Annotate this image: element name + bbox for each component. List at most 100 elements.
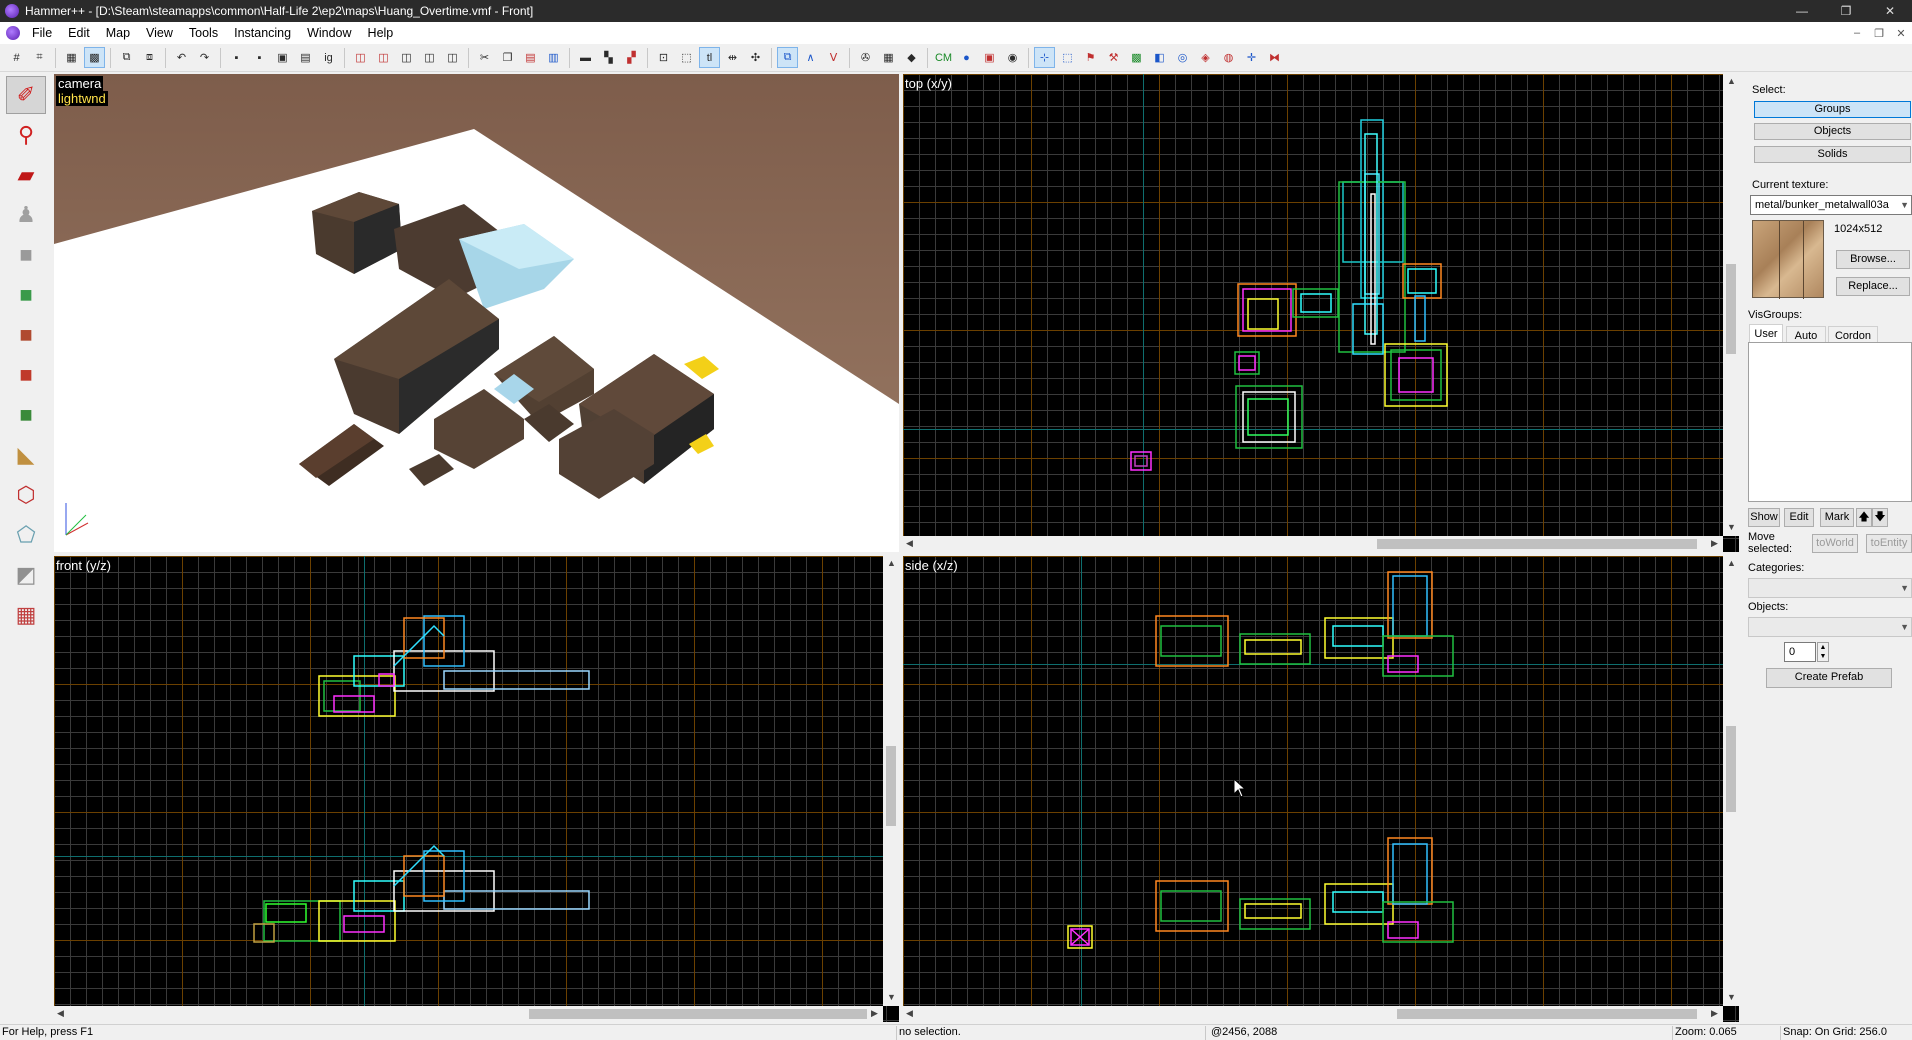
apply-texture-icon[interactable]: ■ <box>6 316 46 354</box>
tool-c-icon[interactable]: ⚑ <box>1080 47 1101 68</box>
helpers-icon[interactable]: ⧉ <box>777 47 798 68</box>
visgroup-mark-button[interactable]: Mark <box>1820 508 1854 527</box>
draw-icon[interactable]: ▣ <box>979 47 1000 68</box>
tool-a-icon[interactable]: ⊹ <box>1034 47 1055 68</box>
vertex-tool-icon[interactable]: ⬡ <box>6 476 46 514</box>
entity-tool-icon[interactable]: ♟ <box>6 196 46 234</box>
side-horizontal-scrollbar[interactable]: ◀ ▶ <box>903 1006 1723 1022</box>
mdi-minimize-button[interactable]: – <box>1846 27 1868 40</box>
clipping-tool-icon[interactable]: ◣ <box>6 436 46 474</box>
decal-tool-icon[interactable]: ■ <box>6 356 46 394</box>
texture-bar-icon[interactable]: ▬ <box>575 47 596 68</box>
menu-tools[interactable]: Tools <box>181 22 226 44</box>
cube-red-2-icon[interactable]: ◫ <box>373 47 394 68</box>
redo-icon[interactable]: ↷ <box>194 47 215 68</box>
carve-icon[interactable]: ⧉ <box>116 47 137 68</box>
entity-icon[interactable]: ◆ <box>901 47 922 68</box>
create-prefab-button[interactable]: Create Prefab <box>1766 668 1892 688</box>
visgroups-list[interactable] <box>1748 342 1912 502</box>
ig-icon[interactable]: ig <box>318 47 339 68</box>
tool-k-icon[interactable]: ⧓ <box>1264 47 1285 68</box>
browse-button[interactable]: Browse... <box>1836 250 1910 269</box>
replace-button[interactable]: Replace... <box>1836 277 1910 296</box>
front-vertical-scrollbar[interactable]: ▲ ▼ <box>883 556 899 1006</box>
texture-scale-icon[interactable]: ▞ <box>621 47 642 68</box>
cube-grey-1-icon[interactable]: ◫ <box>396 47 417 68</box>
tool-g-icon[interactable]: ◎ <box>1172 47 1193 68</box>
grid-larger-icon[interactable]: ▩ <box>84 47 105 68</box>
categories-combo[interactable]: ▼ <box>1748 578 1912 598</box>
front-viewport-label[interactable]: front (y/z) <box>56 558 111 573</box>
block-tool-icon[interactable]: ■ <box>6 236 46 274</box>
sprinkle-icon[interactable]: ✣ <box>745 47 766 68</box>
objects-combo[interactable]: ▼ <box>1748 617 1912 637</box>
print-icon[interactable]: ▪ <box>249 47 270 68</box>
select-icon[interactable]: ⬚ <box>676 47 697 68</box>
cut-icon[interactable]: ✂ <box>474 47 495 68</box>
run-map-icon[interactable]: ● <box>956 47 977 68</box>
texture-application-icon[interactable]: ■ <box>6 276 46 314</box>
paste-icon[interactable]: ▤ <box>520 47 541 68</box>
tool-j-icon[interactable]: ✛ <box>1241 47 1262 68</box>
front-viewport[interactable]: front (y/z) ▲ ▼ ◀ ▶ <box>54 556 899 1022</box>
menu-edit[interactable]: Edit <box>60 22 98 44</box>
gold-ring-icon[interactable]: ◉ <box>1002 47 1023 68</box>
mdi-restore-button[interactable]: ❐ <box>1868 27 1890 40</box>
side-viewport-label[interactable]: side (x/z) <box>905 558 958 573</box>
overlay-tool-icon[interactable]: ■ <box>6 396 46 434</box>
menu-map[interactable]: Map <box>98 22 138 44</box>
texture-lock-icon[interactable]: ▚ <box>598 47 619 68</box>
tool-h-icon[interactable]: ◈ <box>1195 47 1216 68</box>
front-horizontal-scrollbar[interactable]: ◀ ▶ <box>54 1006 883 1022</box>
tool-e-icon[interactable]: ▩ <box>1126 47 1147 68</box>
top-vertical-scrollbar[interactable]: ▲ ▼ <box>1723 74 1739 536</box>
fade-icon[interactable]: Ⅴ <box>823 47 844 68</box>
cordon-icon[interactable]: ⊡ <box>653 47 674 68</box>
grid-toggle-icon[interactable]: # <box>6 47 27 68</box>
select-objects-button[interactable]: Objects <box>1754 123 1911 140</box>
paint-tool-icon[interactable]: ▦ <box>6 596 46 634</box>
menu-window[interactable]: Window <box>299 22 359 44</box>
arrows-icon[interactable]: ⇹ <box>722 47 743 68</box>
grid-blue-icon[interactable]: ▦ <box>878 47 899 68</box>
menu-help[interactable]: Help <box>360 22 402 44</box>
count-spinner[interactable]: ▲ ▼ <box>1817 642 1829 662</box>
current-texture-combo[interactable]: metal/bunker_metalwall03a ▼ <box>1750 195 1912 215</box>
sculpt-tool-icon[interactable]: ◩ <box>6 556 46 594</box>
tool-i-icon[interactable]: ◍ <box>1218 47 1239 68</box>
menu-instancing[interactable]: Instancing <box>226 22 299 44</box>
camera-viewport[interactable]: camera lightwnd <box>54 74 899 552</box>
move-up-button[interactable]: 🡅 <box>1856 508 1872 527</box>
side-viewport[interactable]: side (x/z) ▲ ▼ ◀ ▶ <box>903 556 1739 1022</box>
path-tool-icon[interactable]: ⬠ <box>6 516 46 554</box>
to-entity-button[interactable]: toEntity <box>1866 534 1912 553</box>
move-down-button[interactable]: 🡇 <box>1872 508 1888 527</box>
save-icon[interactable]: ▪ <box>226 47 247 68</box>
mdi-close-button[interactable]: ✕ <box>1890 27 1912 40</box>
maximize-button[interactable]: ❐ <box>1824 0 1868 22</box>
copy-icon[interactable]: ❐ <box>497 47 518 68</box>
grid-3d-icon[interactable]: ⌗ <box>29 47 50 68</box>
paste-special-icon[interactable]: ▥ <box>543 47 564 68</box>
hide-icon[interactable]: ▣ <box>272 47 293 68</box>
to-world-button[interactable]: toWorld <box>1812 534 1858 553</box>
select-groups-button[interactable]: Groups <box>1754 101 1911 118</box>
visgroup-edit-button[interactable]: Edit <box>1784 508 1814 527</box>
menu-file[interactable]: File <box>24 22 60 44</box>
top-viewport[interactable]: top (x/y) ▲ ▼ ◀ ▶ <box>903 74 1739 552</box>
undo-icon[interactable]: ↶ <box>171 47 192 68</box>
visgroup-show-button[interactable]: Show <box>1748 508 1780 527</box>
group-icon[interactable]: ⧈ <box>139 47 160 68</box>
cube-grey-2-icon[interactable]: ◫ <box>419 47 440 68</box>
unhide-icon[interactable]: ▤ <box>295 47 316 68</box>
magnify-tool-icon[interactable]: ⚲ <box>6 116 46 154</box>
compass-icon[interactable]: ✇ <box>855 47 876 68</box>
minimize-button[interactable]: — <box>1780 0 1824 22</box>
tool-b-icon[interactable]: ⬚ <box>1057 47 1078 68</box>
top-viewport-label[interactable]: top (x/y) <box>905 76 952 91</box>
camera-render-mode-label[interactable]: lightwnd <box>56 91 108 106</box>
selection-tool-icon[interactable]: ✐ <box>6 76 46 114</box>
top-horizontal-scrollbar[interactable]: ◀ ▶ <box>903 536 1723 552</box>
camera-tool-icon[interactable]: ▰ <box>6 156 46 194</box>
close-button[interactable]: ✕ <box>1868 0 1912 22</box>
